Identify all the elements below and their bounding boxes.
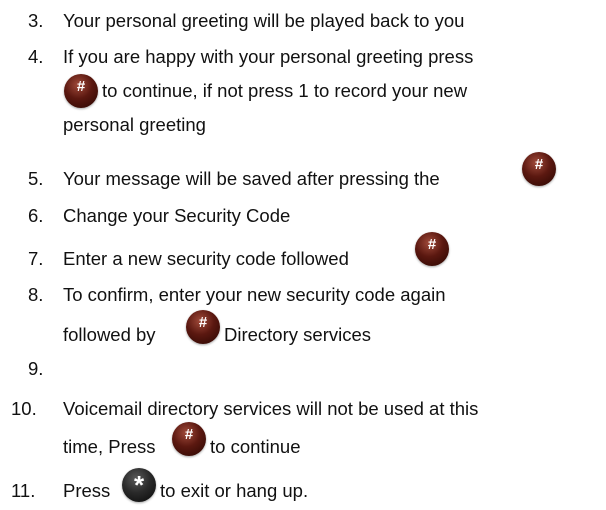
document-page: { "items": [ { "number": "3.", "text": "… [0, 0, 606, 510]
item-text: Press [63, 480, 111, 501]
hash-key-icon: # [64, 74, 98, 108]
item-text: to exit or hang up. [160, 480, 309, 501]
item-text: Directory services [224, 324, 371, 345]
item-number: 4. [28, 46, 44, 67]
hash-key-icon: # [172, 422, 206, 456]
item-text: to continue [210, 436, 301, 457]
item-number: 5. [28, 168, 44, 189]
item-number: 7. [28, 248, 44, 269]
item-number: 3. [28, 10, 44, 31]
item-number: 10. [11, 398, 37, 419]
star-key-icon: * [122, 468, 156, 502]
hash-key-icon: # [522, 152, 556, 186]
hash-key-icon: # [186, 310, 220, 344]
item-number: 8. [28, 284, 44, 305]
item-text: Enter a new security code followed [63, 248, 349, 269]
item-number: 9. [28, 358, 44, 379]
item-text: If you are happy with your personal gree… [63, 46, 474, 67]
item-text: time, Press [63, 436, 156, 457]
hash-key-icon: # [415, 232, 449, 266]
item-text: Your message will be saved after pressin… [63, 168, 440, 189]
item-text: personal greeting [63, 114, 206, 135]
item-number: 11. [11, 480, 36, 501]
item-text: Change your Security Code [63, 205, 291, 226]
item-number: 6. [28, 205, 44, 226]
item-text: Your personal greeting will be played ba… [63, 10, 465, 31]
item-text: to continue, if not press 1 to record yo… [102, 80, 468, 101]
item-text: To confirm, enter your new security code… [63, 284, 446, 305]
item-text: Voicemail directory services will not be… [63, 398, 479, 419]
item-text: followed by [63, 324, 156, 345]
